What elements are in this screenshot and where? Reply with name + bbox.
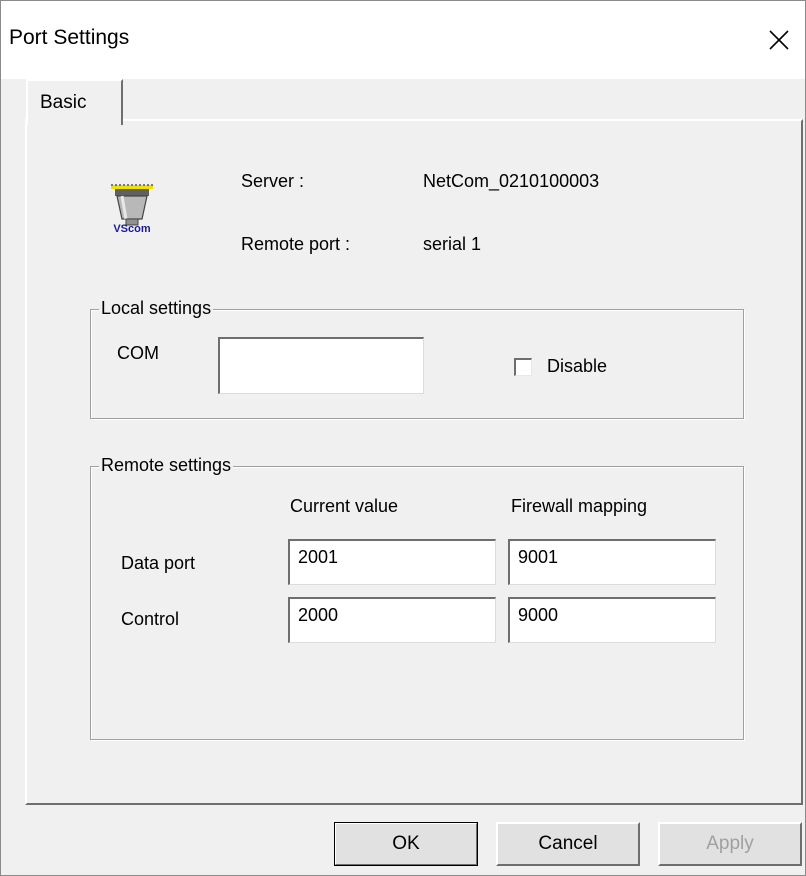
data-port-current-input[interactable]: 2001 xyxy=(288,539,496,585)
remote-port-value: serial 1 xyxy=(423,234,482,254)
com-label: COM xyxy=(117,343,159,363)
ok-button[interactable]: OK xyxy=(334,822,478,866)
cancel-button[interactable]: Cancel xyxy=(496,822,640,866)
vscom-serial-port-icon: VScom xyxy=(111,184,153,235)
dialog-title: Port Settings xyxy=(9,26,130,49)
tab-basic-label: Basic xyxy=(40,92,87,113)
close-button[interactable] xyxy=(756,17,802,63)
server-label: Server : xyxy=(241,171,305,191)
disable-label: Disable xyxy=(547,356,608,376)
data-port-label: Data port xyxy=(121,553,196,573)
port-settings-dialog: Port Settings Basic VScom Server : NetCo… xyxy=(0,0,806,876)
server-value: NetCom_0210100003 xyxy=(423,171,600,191)
com-input[interactable] xyxy=(218,337,424,394)
vscom-logo-text: VScom xyxy=(113,223,151,235)
remote-settings-title: Remote settings xyxy=(99,455,234,476)
close-icon xyxy=(769,30,789,50)
remote-port-label: Remote port : xyxy=(241,234,351,254)
column-current-value-header: Current value xyxy=(290,496,399,516)
title-bar: Port Settings xyxy=(1,1,805,79)
tab-basic[interactable]: Basic xyxy=(26,79,123,125)
control-current-input[interactable]: 2000 xyxy=(288,597,496,643)
control-label: Control xyxy=(121,609,180,629)
disable-checkbox[interactable] xyxy=(514,358,532,376)
data-port-firewall-input[interactable]: 9001 xyxy=(508,539,716,585)
column-firewall-mapping-header: Firewall mapping xyxy=(511,496,648,516)
apply-button[interactable]: Apply xyxy=(658,822,802,866)
local-settings-title: Local settings xyxy=(99,298,214,319)
control-firewall-input[interactable]: 9000 xyxy=(508,597,716,643)
